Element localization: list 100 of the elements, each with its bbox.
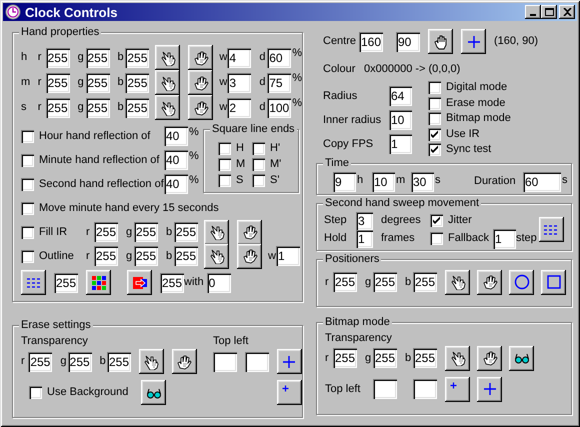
text-field[interactable]: 255	[28, 352, 52, 372]
checkbox[interactable]	[218, 158, 231, 170]
checkbox[interactable]	[21, 178, 34, 190]
checkbox[interactable]	[252, 174, 265, 186]
text-field[interactable]: 255	[134, 222, 158, 242]
hand-button[interactable]	[188, 45, 214, 70]
color-grid-button[interactable]	[86, 270, 111, 295]
text-field[interactable]: 255	[174, 222, 198, 242]
checkbox[interactable]	[21, 250, 34, 262]
hand-button[interactable]	[188, 70, 214, 95]
text-field[interactable]: 3	[356, 212, 373, 230]
text-field[interactable]: 160	[359, 32, 383, 52]
pick-button[interactable]	[445, 346, 470, 370]
text-field[interactable]: 10	[389, 110, 412, 130]
text-field[interactable]: 64	[389, 86, 412, 106]
text-field[interactable]: 9	[333, 172, 356, 192]
hand-button[interactable]	[237, 244, 262, 268]
close-button[interactable]	[559, 5, 575, 19]
text-field[interactable]: 255	[333, 348, 357, 368]
checkbox[interactable]	[21, 202, 34, 214]
square-button[interactable]	[541, 270, 566, 294]
text-field[interactable]: 255	[68, 352, 92, 372]
hand-button[interactable]	[188, 95, 214, 120]
text-field[interactable]	[413, 379, 437, 399]
text-field[interactable]: 255	[46, 48, 70, 68]
checkbox[interactable]	[252, 158, 265, 170]
hand-button[interactable]	[477, 270, 502, 294]
pick-button[interactable]	[155, 70, 180, 95]
text-field[interactable]: 1	[356, 230, 373, 248]
pick-button[interactable]	[155, 45, 180, 70]
text-field[interactable]: 255	[94, 246, 118, 266]
hand-button[interactable]	[237, 220, 262, 244]
pick-button[interactable]	[204, 220, 229, 244]
text-field[interactable]: 75	[267, 72, 292, 92]
checkbox[interactable]	[428, 143, 441, 156]
text-field[interactable]: 30	[411, 172, 434, 192]
pick-button[interactable]	[155, 95, 180, 120]
text-field[interactable]	[373, 379, 397, 399]
text-field[interactable]: 255	[413, 272, 437, 292]
text-field[interactable]: 255	[86, 98, 110, 118]
text-field[interactable]: 255	[160, 272, 184, 292]
text-field[interactable]: 60	[523, 172, 561, 192]
checkbox[interactable]	[428, 128, 441, 141]
text-field[interactable]: 255	[134, 246, 158, 266]
minimize-button[interactable]	[525, 5, 541, 19]
text-field[interactable]: 255	[46, 98, 70, 118]
checkbox[interactable]	[430, 232, 443, 245]
checkbox[interactable]	[428, 96, 441, 110]
hand-button[interactable]	[428, 29, 453, 54]
text-field[interactable]: 255	[125, 72, 150, 92]
text-field[interactable]	[212, 352, 237, 372]
swap-button[interactable]	[127, 270, 152, 295]
checkbox[interactable]	[21, 226, 34, 238]
checkbox[interactable]	[428, 81, 441, 94]
text-field[interactable]: 40	[164, 150, 188, 170]
glasses-button[interactable]	[509, 346, 534, 370]
text-field[interactable]: 255	[333, 272, 357, 292]
maximize-button[interactable]	[541, 5, 557, 19]
checkbox[interactable]	[218, 142, 231, 154]
checkbox[interactable]	[21, 130, 34, 142]
text-field[interactable]: 1	[493, 228, 516, 248]
pick-button[interactable]	[138, 349, 164, 374]
text-field[interactable]: 255	[86, 48, 110, 68]
text-field[interactable]: 100	[267, 98, 292, 118]
text-field[interactable]: 255	[174, 246, 198, 266]
hand-button[interactable]	[172, 349, 197, 374]
checkbox[interactable]	[428, 112, 441, 126]
text-field[interactable]: 255	[373, 272, 397, 292]
circle-button[interactable]	[509, 270, 534, 294]
text-field[interactable]: 90	[396, 32, 420, 52]
text-field[interactable]: 255	[125, 48, 150, 68]
checkbox[interactable]	[430, 214, 443, 227]
checkbox[interactable]	[29, 386, 42, 399]
text-field[interactable]: 255	[94, 222, 118, 242]
text-field[interactable]: 60	[267, 48, 292, 68]
checkbox[interactable]	[21, 154, 34, 166]
crosshair-button[interactable]	[477, 376, 502, 402]
text-field[interactable]: 255	[46, 72, 70, 92]
crosshair-button[interactable]	[445, 376, 470, 402]
text-field[interactable]: 255	[106, 352, 131, 372]
checkbox[interactable]	[252, 142, 265, 154]
hand-button[interactable]	[477, 346, 502, 370]
grid-button[interactable]	[21, 270, 46, 295]
text-field[interactable]	[244, 352, 269, 372]
text-field[interactable]: 4	[227, 48, 252, 68]
text-field[interactable]: 255	[125, 98, 150, 118]
text-field[interactable]: 2	[227, 98, 252, 118]
crosshair-button[interactable]	[276, 349, 302, 374]
checkbox[interactable]	[218, 174, 231, 186]
text-field[interactable]: 40	[164, 174, 188, 194]
text-field[interactable]: 255	[373, 348, 397, 368]
pick-button[interactable]	[204, 244, 229, 268]
glasses-button[interactable]	[141, 380, 166, 405]
text-field[interactable]: 40	[164, 126, 188, 146]
text-field[interactable]: 255	[86, 72, 110, 92]
text-field[interactable]: 10	[372, 172, 395, 192]
pick-button[interactable]	[445, 270, 470, 294]
grid-button[interactable]	[538, 217, 564, 242]
text-field[interactable]: 0	[206, 272, 231, 292]
text-field[interactable]: 1	[389, 134, 412, 154]
